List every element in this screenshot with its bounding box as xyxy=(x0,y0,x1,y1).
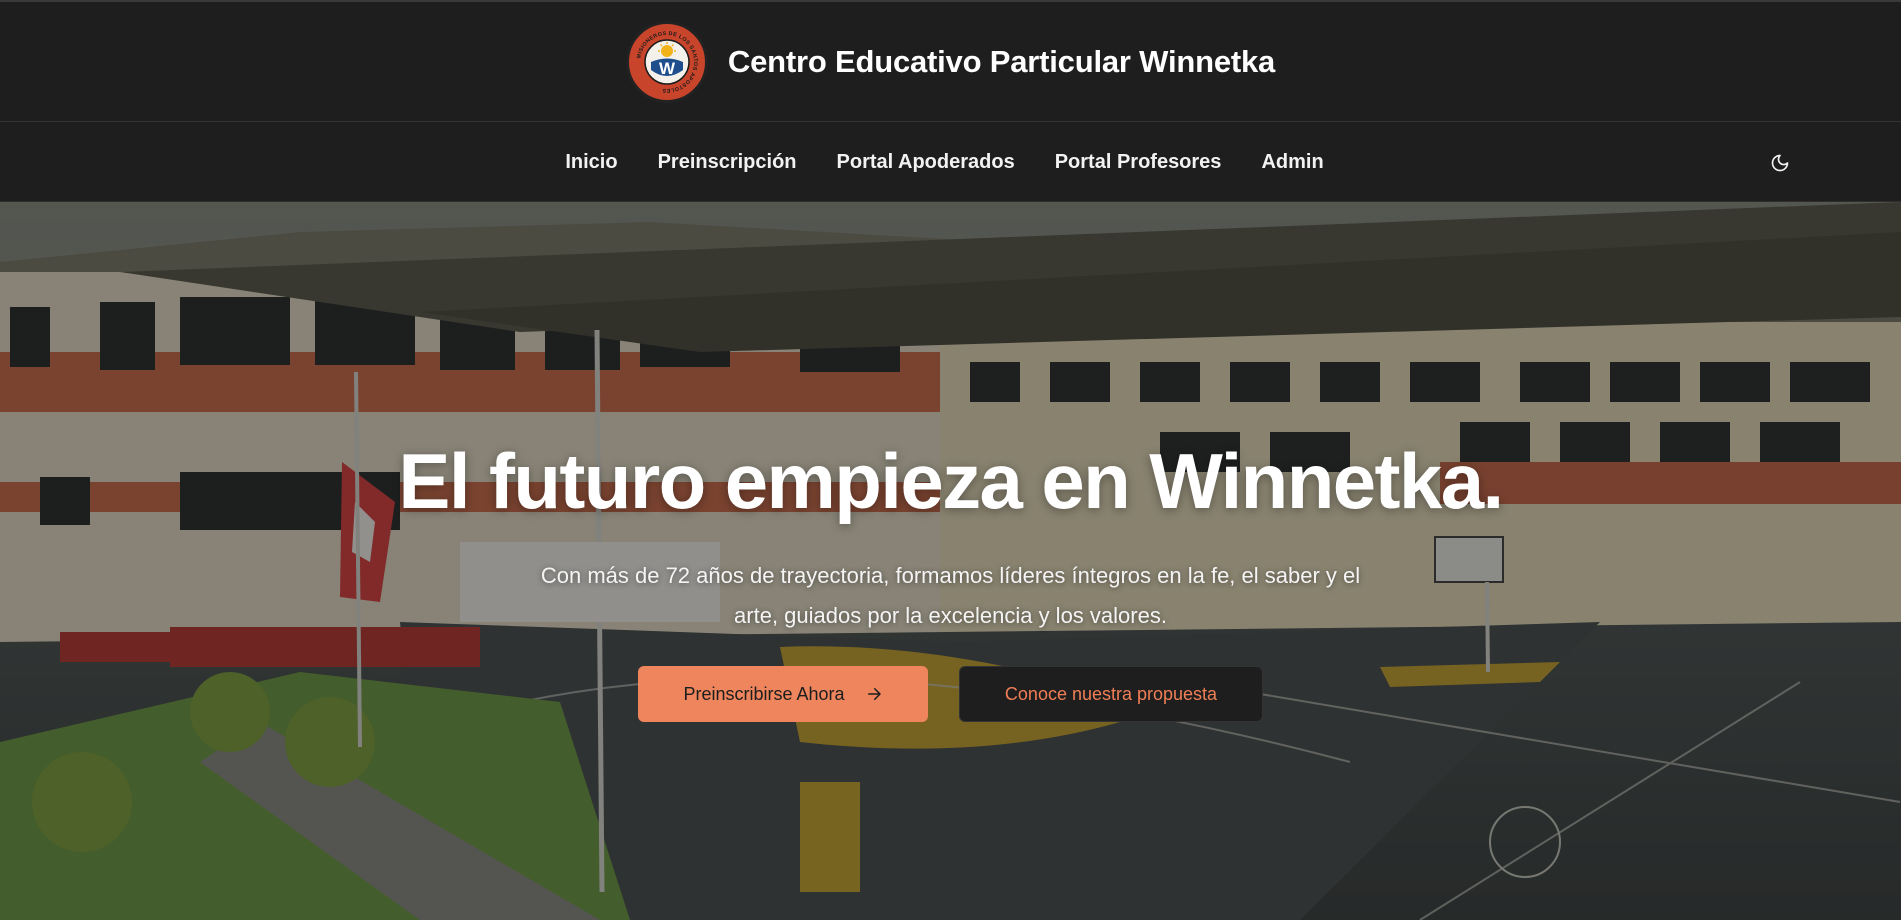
nav-link-inicio[interactable]: Inicio xyxy=(565,151,617,174)
arrow-right-icon xyxy=(867,688,881,700)
theme-toggle-button[interactable] xyxy=(1763,146,1797,180)
conoce-propuesta-button[interactable]: Conoce nuestra propuesta xyxy=(959,666,1263,722)
hero-section: El futuro empieza en Winnetka. Con más d… xyxy=(0,202,1901,920)
school-crest-icon: W MISIONEROS DE LOS SANTOS APOSTOLES xyxy=(630,25,703,98)
nav-link-admin[interactable]: Admin xyxy=(1261,151,1323,174)
nav-link-portal-profesores[interactable]: Portal Profesores xyxy=(1055,151,1222,174)
svg-text:W: W xyxy=(659,59,676,78)
hero-title: El futuro empieza en Winnetka. xyxy=(398,437,1504,525)
nav-link-portal-apoderados[interactable]: Portal Apoderados xyxy=(837,151,1015,174)
nav-links: Inicio Preinscripción Portal Apoderados … xyxy=(0,122,1895,202)
moon-icon xyxy=(1771,154,1789,172)
site-header: W MISIONEROS DE LOS SANTOS APOSTOLES Cen… xyxy=(0,0,1901,122)
brand-link[interactable]: W MISIONEROS DE LOS SANTOS APOSTOLES Cen… xyxy=(625,20,1276,103)
preinscribirse-button[interactable]: Preinscribirse Ahora xyxy=(638,666,928,722)
school-name: Centro Educativo Particular Winnetka xyxy=(727,43,1276,79)
preinscribirse-button-label: Preinscribirse Ahora xyxy=(683,683,845,704)
hero-subtitle: Con más de 72 años de trayectoria, forma… xyxy=(540,563,1361,628)
nav-link-preinscripcion[interactable]: Preinscripción xyxy=(658,151,797,174)
hero-content: El futuro empieza en Winnetka. Con más d… xyxy=(0,442,1901,722)
hero-actions: Preinscribirse Ahora Conoce nuestra prop… xyxy=(638,666,1263,722)
main-nav: Inicio Preinscripción Portal Apoderados … xyxy=(0,122,1901,202)
school-logo: W MISIONEROS DE LOS SANTOS APOSTOLES xyxy=(625,20,708,103)
